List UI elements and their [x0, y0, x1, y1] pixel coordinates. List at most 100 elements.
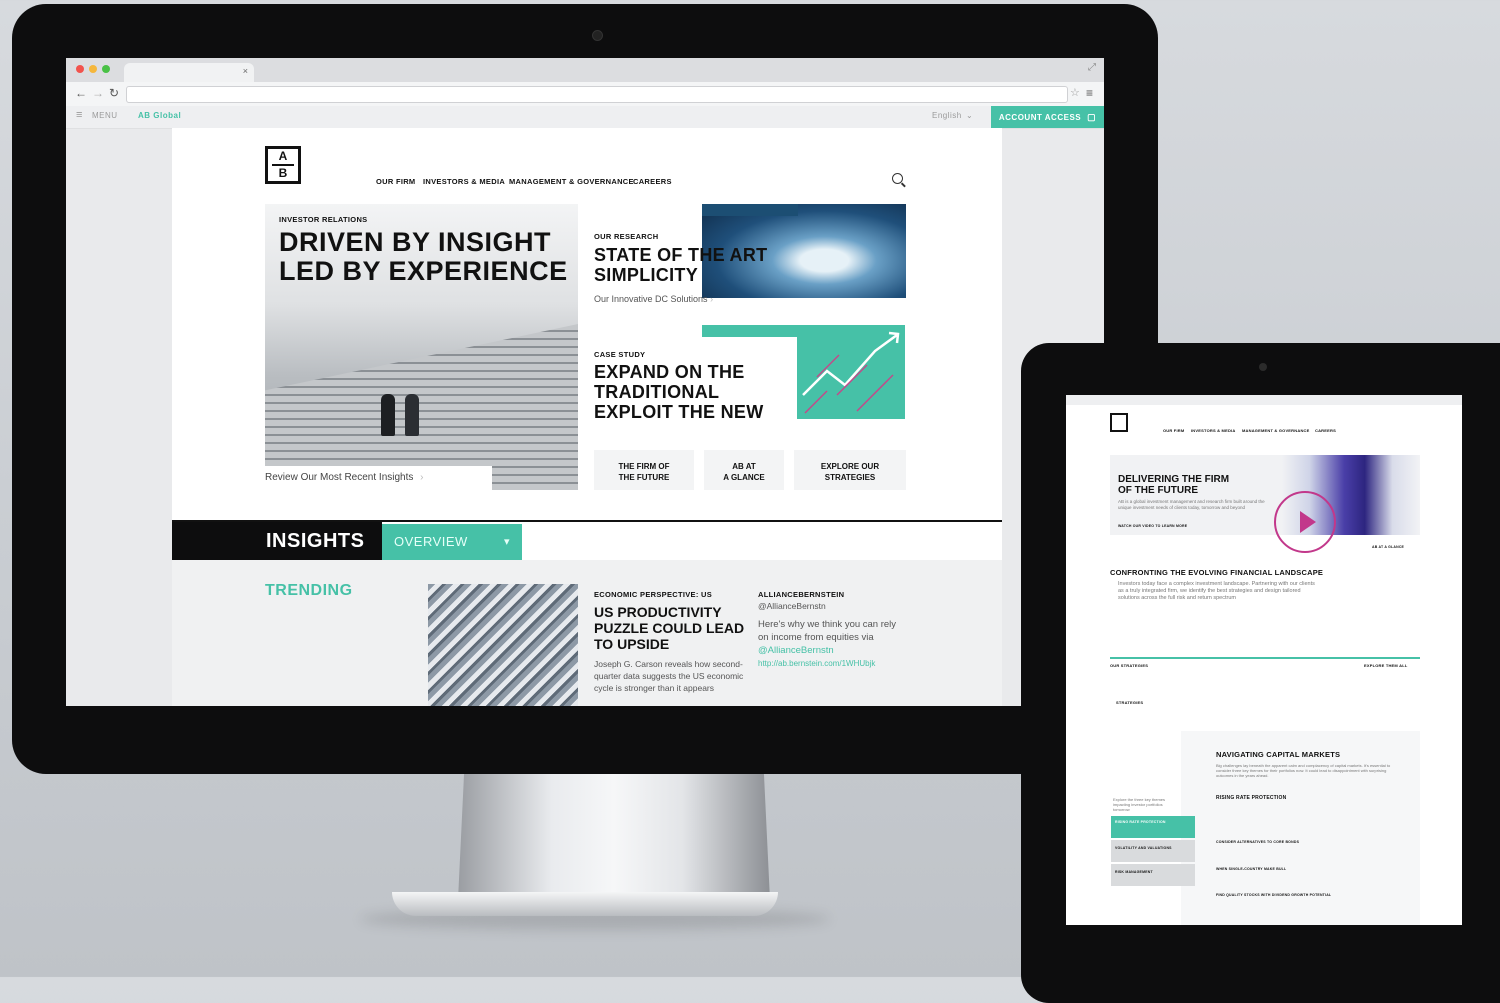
tablet-hero-title-line2: OF THE FUTURE: [1118, 485, 1198, 496]
tablet-utility-bar: [1066, 395, 1462, 405]
hero-title-line1: DRIVEN BY INSIGHT: [279, 227, 552, 257]
imac-stand-foot: [392, 892, 778, 916]
escalator-image: [428, 584, 578, 706]
maximize-window-icon[interactable]: [102, 65, 110, 73]
research-link-label: Our Innovative DC Solutions: [594, 294, 708, 304]
nav-investors-media[interactable]: INVESTORS & MEDIA: [423, 177, 505, 186]
tile-label: THE FUTURE: [618, 473, 670, 482]
tablet-single-country-heading: WHEN SINGLE-COUNTRY MAKE BULL: [1216, 867, 1287, 871]
tweet-handle[interactable]: @AllianceBernstn: [758, 600, 826, 612]
tablet-glance-link[interactable]: AB AT A GLANCE: [1372, 545, 1404, 549]
tablet-section-body: Investors today face a complex investmen…: [1118, 581, 1315, 601]
hamburger-menu-icon[interactable]: ≡: [76, 109, 83, 121]
insights-title: INSIGHTS: [172, 522, 382, 560]
browser-tab-bar: × ⤢: [66, 58, 1104, 83]
trending-heading: TRENDING: [265, 582, 353, 599]
region-selector[interactable]: AB Global: [138, 111, 181, 120]
browser-toolbar: ← → ↻ ☆ ≡: [66, 82, 1104, 107]
tablet-section-title: CONFRONTING THE EVOLVING FINANCIAL LANDS…: [1110, 568, 1324, 577]
nav-careers[interactable]: CAREERS: [633, 177, 672, 186]
research-title-line2[interactable]: SIMPLICITY: [594, 265, 698, 285]
ipad-device: OUR FIRM INVESTORS & MEDIA MANAGEMENT & …: [1021, 343, 1500, 1003]
hero-cta-link[interactable]: Review Our Most Recent Insights ›: [265, 466, 492, 490]
research-accent-band: [702, 204, 798, 216]
reload-icon[interactable]: ↻: [109, 86, 119, 100]
tablet-rising-rate-heading: RISING RATE PROTECTION: [1216, 795, 1287, 801]
logo-letter-b: B: [278, 166, 288, 180]
back-icon[interactable]: ←: [75, 86, 87, 100]
insights-bar: INSIGHTS OVERVIEW ▾: [172, 520, 1002, 562]
language-selector[interactable]: English: [932, 111, 962, 120]
case-title-line3[interactable]: EXPLOIT THE NEW: [594, 402, 764, 422]
tablet-nav-investors[interactable]: INVESTORS & MEDIA: [1191, 428, 1235, 433]
case-eyebrow: CASE STUDY: [594, 350, 646, 359]
research-title-line1[interactable]: STATE OF THE ART: [594, 245, 767, 265]
forward-icon[interactable]: →: [92, 86, 104, 100]
tablet-screen: OUR FIRM INVESTORS & MEDIA MANAGEMENT & …: [1066, 395, 1462, 925]
chevron-right-icon: ›: [710, 294, 714, 304]
tablet-explore-all-link[interactable]: EXPLORE THEM ALL: [1364, 663, 1408, 668]
tweet-account[interactable]: ALLIANCEBERNSTEIN: [758, 590, 844, 599]
article-eyebrow: ECONOMIC PERSPECTIVE: US: [594, 590, 713, 599]
tablet-nav-careers[interactable]: CAREERS: [1315, 428, 1336, 433]
research-eyebrow: OUR RESEARCH: [594, 232, 659, 241]
tablet-hero-video-link[interactable]: WATCH OUR VIDEO TO LEARN MORE: [1118, 524, 1187, 528]
nav-our-firm[interactable]: OUR FIRM: [376, 177, 415, 186]
close-tab-icon[interactable]: ×: [243, 66, 248, 76]
ab-logo[interactable]: A B: [265, 146, 301, 184]
search-icon[interactable]: [892, 173, 903, 184]
tablet-consider-heading: CONSIDER ALTERNATIVES TO CORE BONDS: [1216, 840, 1300, 844]
tweet-mention-link[interactable]: @AllianceBernstn: [758, 645, 834, 656]
bookmark-star-icon[interactable]: ☆: [1070, 86, 1080, 99]
tablet-side-item-rising[interactable]: RISING RATE PROTECTION: [1111, 816, 1195, 838]
account-access-label: ACCOUNT ACCESS: [998, 112, 1082, 122]
camera-icon: [592, 30, 603, 41]
hero-image-person: [405, 394, 419, 436]
tile-firm-of-future[interactable]: THE FIRM OF THE FUTURE: [594, 450, 694, 490]
tablet-nav-our-firm[interactable]: OUR FIRM: [1163, 428, 1184, 433]
insights-content: TRENDING ECONOMIC PERSPECTIVE: US US PRO…: [172, 560, 1002, 706]
account-access-button[interactable]: ACCOUNT ACCESS ▢: [991, 106, 1104, 128]
case-title-line2[interactable]: TRADITIONAL: [594, 382, 719, 402]
hero-image-person: [381, 394, 395, 436]
play-video-icon[interactable]: [1274, 491, 1336, 553]
imac-stand: [458, 770, 770, 900]
tablet-strategies-link[interactable]: STRATEGIES: [1116, 700, 1143, 705]
tile-ab-at-a-glance[interactable]: AB AT A GLANCE: [704, 450, 784, 490]
hero-panel[interactable]: INVESTOR RELATIONS DRIVEN BY INSIGHT LED…: [265, 204, 578, 490]
tile-label: A GLANCE: [723, 473, 765, 482]
tablet-side-item-risk[interactable]: RISK MANAGEMENT: [1111, 864, 1195, 886]
chevron-down-icon: ▾: [503, 536, 510, 548]
address-bar[interactable]: [126, 86, 1068, 103]
hero-title-line2: LED BY EXPERIENCE: [279, 256, 568, 286]
research-link[interactable]: Our Innovative DC Solutions ›: [594, 294, 713, 304]
browser-menu-icon[interactable]: ≡: [1086, 86, 1093, 100]
case-accent-band: [702, 325, 798, 337]
arrows-icon: [802, 331, 900, 414]
tablet-quality-heading: FIND QUALITY STOCKS WITH DIVIDEND GROWTH…: [1216, 893, 1332, 897]
growth-arrows-image: [797, 325, 905, 419]
tablet-markets-body: Big challenges lay beneath the apparent …: [1216, 763, 1391, 778]
tablet-hero-body: AB is a global investment management and…: [1118, 499, 1265, 510]
article-title[interactable]: US PRODUCTIVITY PUZZLE COULD LEAD TO UPS…: [594, 604, 744, 652]
imac-bezel: × ⤢ ← → ↻ ☆ ≡ ≡ MENU AB Global English ⌄…: [12, 4, 1158, 774]
tablet-hero-title-line1: DELIVERING THE FIRM: [1118, 474, 1230, 485]
tile-explore-strategies[interactable]: EXPLORE OUR STRATEGIES: [794, 450, 906, 490]
tweet-url-link[interactable]: http://ab.bernstein.com/1WHUbjk: [758, 657, 906, 670]
insights-dropdown-value: OVERVIEW: [394, 534, 468, 549]
tablet-side-intro: Explore the three key themes impacting i…: [1113, 797, 1166, 812]
tablet-ab-logo[interactable]: [1110, 413, 1128, 432]
hero-eyebrow: INVESTOR RELATIONS: [279, 215, 368, 224]
minimize-window-icon[interactable]: [89, 65, 97, 73]
insights-dropdown[interactable]: OVERVIEW ▾: [382, 524, 522, 560]
close-window-icon[interactable]: [76, 65, 84, 73]
menu-label[interactable]: MENU: [92, 111, 118, 120]
tile-label: EXPLORE OUR: [820, 462, 880, 471]
browser-tab[interactable]: ×: [124, 63, 254, 82]
tablet-side-item-volatility[interactable]: VOLATILITY AND VALUATIONS: [1111, 840, 1195, 862]
tablet-nav-management[interactable]: MANAGEMENT & GOVERNANCE: [1242, 428, 1310, 433]
desktop-screen: × ⤢ ← → ↻ ☆ ≡ ≡ MENU AB Global English ⌄…: [66, 58, 1104, 706]
case-title-line1[interactable]: EXPAND ON THE: [594, 362, 745, 382]
nav-management-governance[interactable]: MANAGEMENT & GOVERNANCE: [509, 177, 634, 186]
fullscreen-icon[interactable]: ⤢: [1088, 62, 1096, 73]
